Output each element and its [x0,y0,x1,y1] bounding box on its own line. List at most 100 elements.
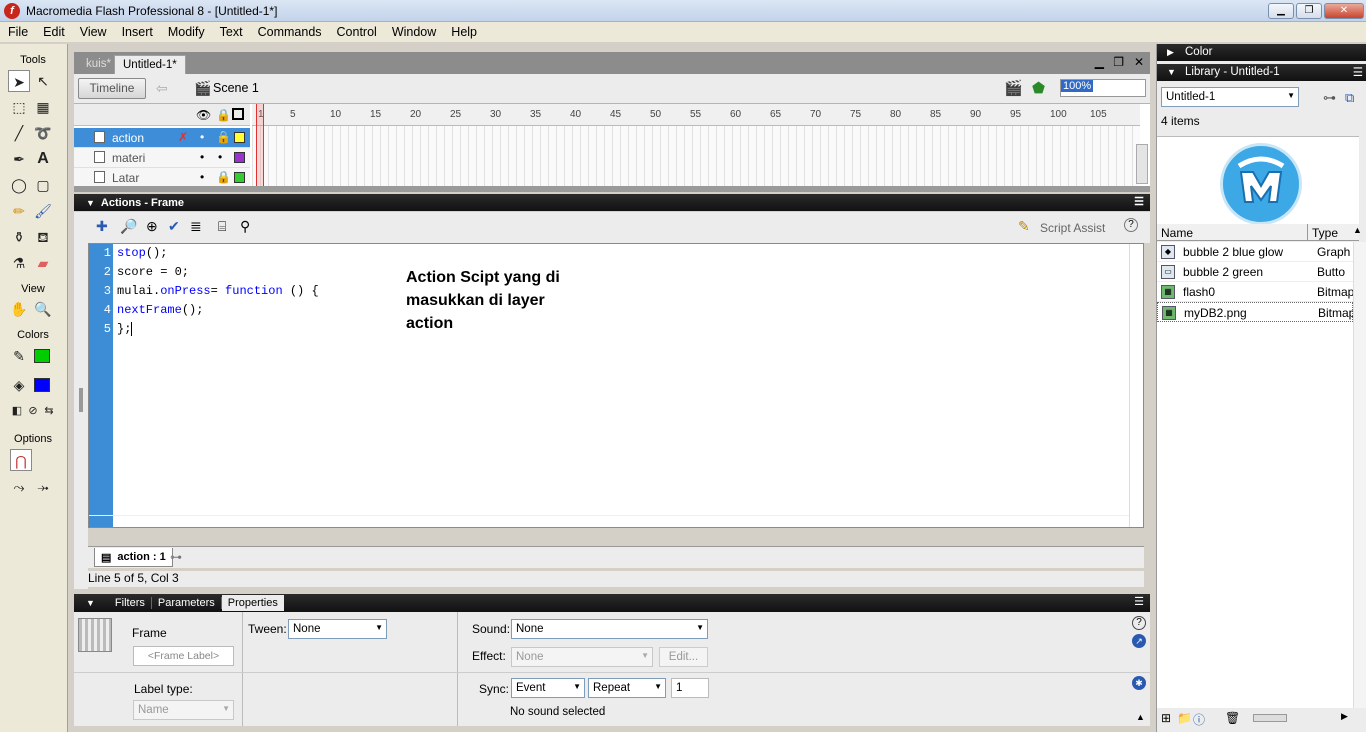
library-item[interactable]: ▦ myDB2.png Bitmap [1157,302,1354,322]
menu-window[interactable]: Window [384,22,443,39]
pencil-tool-icon[interactable]: ✏ [8,200,30,222]
pin-library-icon[interactable]: ⊶ [1323,90,1336,106]
collapse-icon[interactable]: ▼ [86,198,95,208]
rectangle-tool-icon[interactable]: ▢ [32,174,54,196]
panel-menu-icon[interactable]: ☰ [1134,195,1144,208]
lock-dot[interactable]: • [218,150,222,164]
code-line-2[interactable]: score = 0; [117,265,189,279]
editor-vscrollbar[interactable] [1129,244,1143,527]
timeline-scrollbar[interactable] [1136,144,1148,184]
lock-icon[interactable]: 🔒 [216,108,231,122]
timeline-button[interactable]: Timeline [78,78,146,99]
auto-format-icon[interactable]: ≣ [190,218,202,235]
hand-tool-icon[interactable]: ✋ [8,298,30,320]
smooth-icon[interactable]: ⤳ [8,476,30,498]
script-assist-button[interactable]: Script Assist [1040,221,1105,235]
outline-icon[interactable] [232,108,244,120]
accessibility-person-icon[interactable]: ✱ [1132,676,1146,690]
menu-commands[interactable]: Commands [250,22,329,39]
new-symbol-icon[interactable]: ⊞ [1161,711,1171,725]
eye-icon[interactable]: 👁 [196,108,211,122]
label-type-select[interactable]: Name [133,700,234,720]
expand-arrow-icon[interactable]: ▶ [1167,47,1174,58]
insert-target-path-icon[interactable]: ⊕ [146,218,158,235]
code-hint-icon[interactable]: ⌸ [218,218,226,235]
actions-panel-header[interactable]: ▼ Actions - Frame ☰ [74,194,1150,211]
menu-view[interactable]: View [72,22,114,39]
collapse-icon[interactable]: ▼ [86,598,95,608]
color-panel-header[interactable]: ▶ Color [1157,44,1366,61]
sync-select[interactable]: Event [511,678,585,698]
paint-bucket-tool-icon[interactable]: ⛾ [32,226,54,248]
lock-icon[interactable]: 🔒 [216,170,231,184]
library-item[interactable]: ▭ bubble 2 green Butto [1157,262,1353,282]
new-folder-icon[interactable]: 📁 [1177,711,1192,725]
sound-select[interactable]: None [511,619,708,639]
gradient-transform-tool-icon[interactable]: ▦ [32,96,54,118]
tab-parameters[interactable]: Parameters [152,597,222,609]
ink-bottle-tool-icon[interactable]: ⚱ [8,226,30,248]
zoom-select[interactable]: 100% [1060,79,1146,97]
debug-options-icon[interactable]: ⚲ [240,218,250,235]
playhead[interactable] [256,104,264,188]
subselection-tool-icon[interactable]: ↖ [32,70,54,92]
properties-icon[interactable]: ⓘ [1193,711,1205,728]
snap-to-objects-icon[interactable]: ⋂ [10,449,32,471]
doc-restore-icon[interactable]: ❐ [1113,55,1124,69]
script-assist-icon[interactable]: ✎ [1018,218,1030,235]
panel-menu-icon[interactable]: ☰ [1134,595,1144,608]
library-panel-header[interactable]: ▼ Library - Untitled-1 ☰ [1157,64,1366,81]
accessibility-icon[interactable]: ↗ [1132,634,1146,648]
restore-button[interactable]: ❐ [1296,3,1322,19]
straighten-icon[interactable]: ⤞ [32,476,54,498]
help-icon[interactable]: ? [1124,218,1138,232]
minimize-button[interactable]: ▁ [1268,3,1294,19]
help-icon[interactable]: ? [1132,616,1146,630]
menu-edit[interactable]: Edit [35,22,72,39]
pin-script-icon[interactable]: ⊶ [170,550,182,564]
sort-order-icon[interactable]: ▲ [1353,225,1362,235]
visible-dot[interactable]: • [200,130,204,144]
panel-menu-icon[interactable]: ☰ [1353,65,1363,79]
library-scrollbar[interactable] [1353,242,1366,712]
add-statement-icon[interactable]: ✚ [96,218,108,235]
doc-minimize-icon[interactable]: ▁ [1095,55,1104,69]
editor-hscrollbar[interactable] [89,515,1129,527]
menu-file[interactable]: File [0,22,35,39]
layer-color-swatch[interactable] [234,172,245,183]
effect-select[interactable]: None [511,647,653,667]
code-line-1[interactable]: stop(); [117,246,167,260]
stroke-color-swatch[interactable] [34,349,50,363]
fill-color-swatch[interactable] [34,378,50,392]
timeline-splitter[interactable] [74,186,1150,192]
layer-action[interactable]: action ✗ • 🔒 [74,128,250,148]
lasso-tool-icon[interactable]: ➰ [32,122,54,144]
tab-filters[interactable]: Filters [109,597,152,609]
menu-insert[interactable]: Insert [114,22,160,39]
visible-dot[interactable]: • [200,170,204,184]
menu-help[interactable]: Help [443,22,484,39]
edit-scene-icon[interactable]: 🎬 [1004,79,1023,97]
new-library-panel-icon[interactable]: ⧉ [1345,90,1354,106]
eraser-tool-icon[interactable]: ▰ [32,252,54,274]
close-button[interactable]: ✕ [1324,3,1364,19]
layer-color-swatch[interactable] [234,152,245,163]
tab-properties[interactable]: Properties [221,595,284,611]
scroll-right-icon[interactable]: ▶ [1341,711,1348,722]
expand-icon[interactable]: ▲ [1136,712,1145,722]
doc-tab-kuis[interactable]: kuis* [78,55,119,74]
menu-control[interactable]: Control [329,22,384,39]
brush-tool-icon[interactable]: 🖌 [32,200,54,222]
layer-materi[interactable]: materi • • [74,148,250,168]
check-syntax-icon[interactable]: ✔ [168,218,180,235]
col-type[interactable]: Type [1312,226,1338,240]
layer-color-swatch[interactable] [234,132,245,143]
code-line-4[interactable]: nextFrame(); [117,303,203,317]
doc-tab-untitled[interactable]: Untitled-1* [114,55,186,74]
lock-icon[interactable]: 🔒 [216,130,231,144]
menu-modify[interactable]: Modify [160,22,212,39]
col-name[interactable]: Name [1161,226,1193,240]
menu-text[interactable]: Text [212,22,250,39]
code-line-5[interactable]: }; [117,322,133,336]
edit-symbols-icon[interactable]: ⬟ [1032,79,1045,97]
